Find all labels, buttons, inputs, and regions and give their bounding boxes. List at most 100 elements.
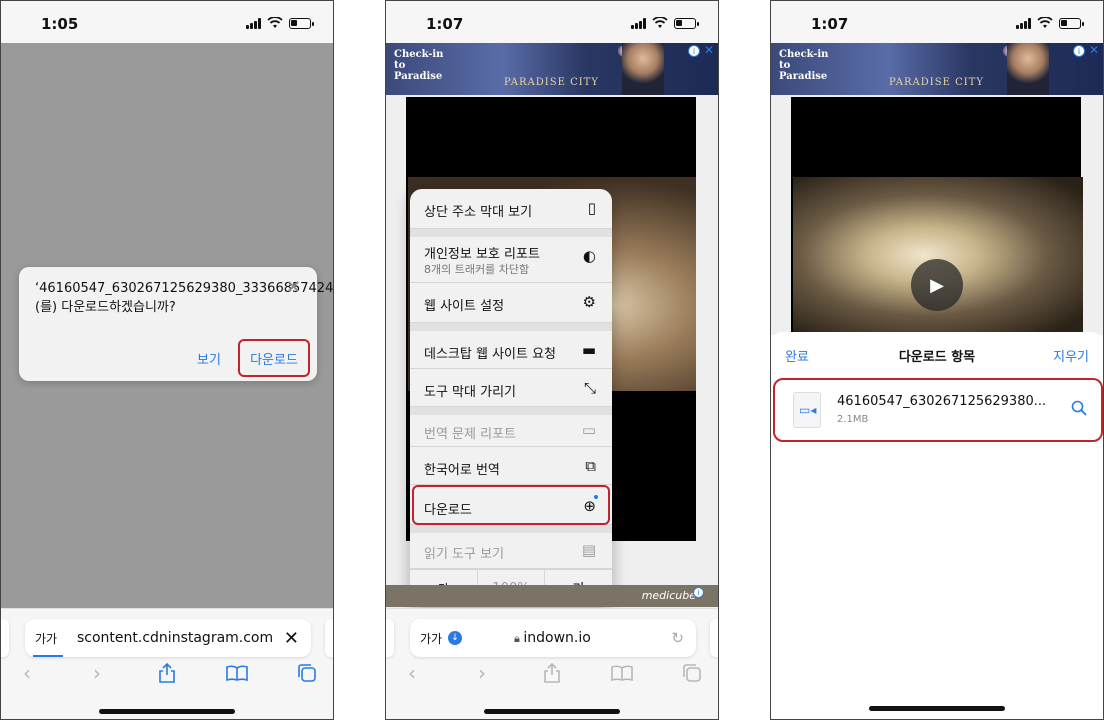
menu-separator: [410, 229, 612, 237]
menu-item-label: 도구 막대 가리기: [424, 385, 516, 400]
menu-separator: [410, 407, 612, 415]
menu-item-request-desktop-site[interactable]: 데스크탑 웹 사이트 요청 ▬: [410, 331, 612, 369]
sheet-header: 완료 다운로드 항목 지우기: [771, 346, 1103, 368]
back-icon[interactable]: ‹: [400, 661, 424, 685]
signal-icon: [246, 17, 261, 29]
downloads-highlight-box: [412, 485, 610, 525]
close-icon[interactable]: ✕: [284, 628, 299, 649]
gear-icon: ⚙: [582, 293, 596, 311]
share-icon[interactable]: [540, 661, 564, 685]
url-text: scontent.cdninstagram.com: [77, 630, 274, 646]
download-file-name: 46160547_630267125629380...: [837, 394, 1047, 409]
ad-headline: Check-in to Paradise: [394, 49, 444, 82]
next-tab-preview[interactable]: [325, 619, 333, 657]
menu-item-privacy-report[interactable]: 개인정보 보호 리포트 8개의 트래커를 차단함 ◐: [410, 237, 612, 283]
close-icon[interactable]: ✕: [286, 277, 301, 298]
ad-banner[interactable]: Check-in to Paradise PARADISE CITY i ✕: [771, 43, 1103, 95]
status-time: 1:07: [426, 15, 464, 33]
menu-item-label: 읽기 도구 보기: [424, 547, 505, 562]
video-file-icon: ▭◂: [793, 392, 821, 428]
home-indicator: [484, 709, 620, 714]
status-bar: 1:07: [386, 1, 718, 43]
desktop-icon: ▬: [581, 341, 596, 359]
forward-icon[interactable]: ›: [85, 661, 109, 685]
menu-item-website-settings[interactable]: 웹 사이트 설정 ⚙: [410, 283, 612, 323]
bottom-ad-banner[interactable]: medicube i: [386, 585, 718, 607]
home-indicator: [869, 706, 1005, 711]
signal-icon: [1016, 17, 1031, 29]
wifi-icon: [1037, 17, 1053, 28]
tabs-icon[interactable]: [295, 661, 319, 685]
ad2-brand: medicube: [641, 589, 696, 602]
url-text: 🔒︎ indown.io: [514, 630, 591, 646]
signal-icon: [631, 17, 646, 29]
browser-toolbar: ‹ ›: [1, 661, 333, 685]
next-tab-preview[interactable]: [710, 619, 718, 657]
text-size-button[interactable]: 가가: [35, 630, 57, 647]
download-item[interactable]: ▭◂ 46160547_630267125629380... 2.1MB: [773, 378, 1103, 442]
menu-item-hide-toolbar[interactable]: 도구 막대 가리기 ⤡: [410, 369, 612, 407]
menu-item-label: 개인정보 보호 리포트: [424, 247, 540, 262]
clear-button[interactable]: 지우기: [1053, 346, 1089, 365]
ad-close-icon[interactable]: ✕: [704, 43, 714, 57]
back-icon[interactable]: ‹: [15, 661, 39, 685]
bookmarks-icon[interactable]: [610, 661, 634, 685]
ad-person-image: [622, 43, 664, 95]
reload-icon[interactable]: ↻: [671, 629, 684, 647]
menu-item-show-top-address-bar[interactable]: 상단 주소 막대 보기 ▯: [410, 189, 612, 229]
ad-brand: PARADISE CITY: [889, 77, 984, 88]
phone-top-icon: ▯: [587, 199, 596, 217]
ad-brand: PARADISE CITY: [504, 77, 599, 88]
wifi-icon: [267, 17, 283, 28]
text-size-underline: [33, 655, 63, 657]
status-time: 1:05: [41, 15, 79, 33]
lock-icon: 🔒︎: [514, 632, 524, 645]
downloads-sheet: 완료 다운로드 항목 지우기 ▭◂ 46160547_6302671256293…: [771, 332, 1103, 719]
ad-info-icon[interactable]: i: [1073, 45, 1085, 57]
search-icon[interactable]: [1071, 400, 1087, 420]
ad-close-icon[interactable]: ✕: [1089, 43, 1099, 57]
menu-separator: [410, 525, 612, 533]
menu-item-sublabel: 8개의 트래커를 차단함: [424, 263, 530, 276]
status-bar: 1:07: [771, 1, 1103, 43]
arrows-expand-icon: ⤡: [583, 379, 596, 397]
tabs-icon[interactable]: [680, 661, 704, 685]
previous-tab-preview[interactable]: [1, 619, 9, 657]
share-icon[interactable]: [155, 661, 179, 685]
play-icon[interactable]: ▶: [911, 259, 963, 311]
bookmarks-icon[interactable]: [225, 661, 249, 685]
menu-item-label: 번역 문제 리포트: [424, 427, 516, 442]
menu-item-label: 상단 주소 막대 보기: [424, 205, 533, 220]
download-progress-icon[interactable]: ↓: [448, 631, 462, 645]
menu-item-report-translation[interactable]: 번역 문제 리포트 ▭: [410, 415, 612, 447]
previous-tab-preview[interactable]: [386, 619, 394, 657]
bottom-bar: 가가 scontent.cdninstagram.com ✕ ‹ ›: [1, 608, 333, 719]
browser-toolbar: ‹ ›: [386, 661, 718, 685]
bottom-bar: 가가 ↓ 🔒︎ indown.io ↻ ‹ ›: [386, 608, 718, 719]
menu-item-translate-korean[interactable]: 한국어로 번역 ⧉: [410, 447, 612, 485]
text-size-button[interactable]: 가가: [420, 630, 442, 647]
ad-person-image: [1007, 43, 1049, 95]
address-bar[interactable]: 가가 ↓ 🔒︎ indown.io ↻: [410, 619, 696, 657]
view-button[interactable]: 보기: [197, 349, 221, 368]
menu-item-show-reader[interactable]: 읽기 도구 보기 ▤: [410, 533, 612, 569]
ad-info-icon[interactable]: i: [693, 587, 704, 598]
menu-separator: [410, 323, 612, 331]
phone-screen-1: 1:05 ‘46160547_630267125629380_333668574…: [0, 0, 334, 720]
address-bar[interactable]: 가가 scontent.cdninstagram.com ✕: [25, 619, 311, 657]
home-indicator: [99, 709, 235, 714]
shield-icon: ◐: [582, 247, 596, 265]
phone-screen-2: 1:07 Check-in to Paradise PARADISE CITY …: [385, 0, 719, 720]
ad-info-icon[interactable]: i: [688, 45, 700, 57]
menu-item-label: 데스크탑 웹 사이트 요청: [424, 347, 556, 362]
status-time: 1:07: [811, 15, 849, 33]
url-domain: indown.io: [523, 630, 591, 646]
battery-icon: [289, 17, 314, 29]
status-bar: 1:05: [1, 1, 333, 43]
download-button[interactable]: 다운로드: [238, 339, 310, 377]
forward-icon[interactable]: ›: [470, 661, 494, 685]
ad-headline: Check-in to Paradise: [779, 49, 829, 82]
wifi-icon: [652, 17, 668, 28]
translate-icon: ⧉: [585, 457, 596, 475]
ad-banner[interactable]: Check-in to Paradise PARADISE CITY i ✕: [386, 43, 718, 95]
